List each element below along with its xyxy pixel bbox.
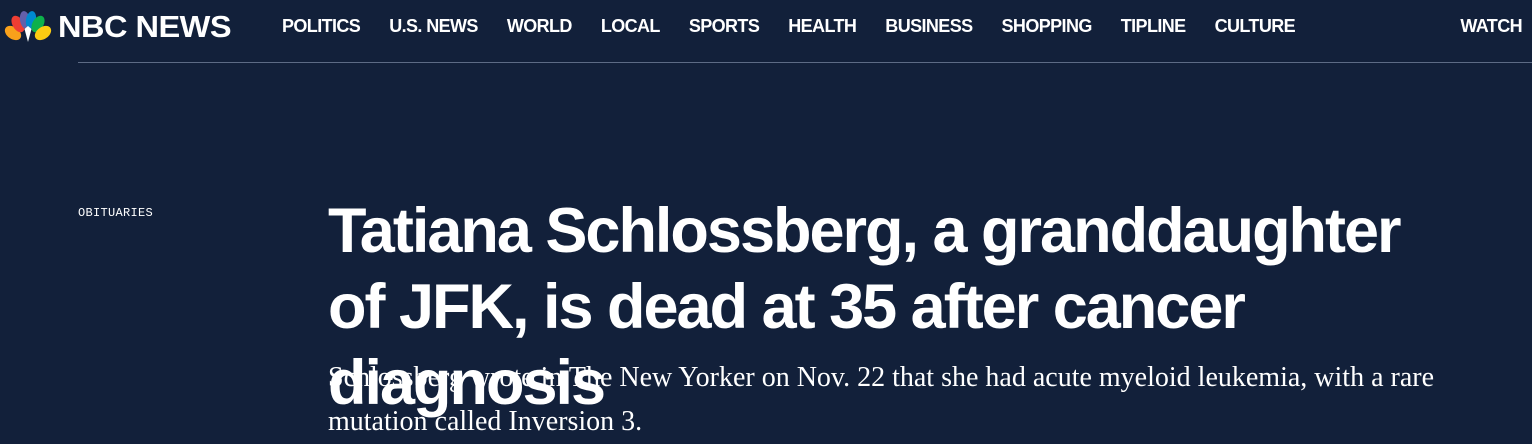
header-divider	[78, 62, 1532, 63]
nav-item-tipline[interactable]: TIPLINE	[1121, 14, 1186, 38]
nav-item-shopping[interactable]: SHOPPING	[1002, 14, 1093, 38]
nav-item-culture[interactable]: CULTURE	[1215, 14, 1296, 38]
nbc-news-logo[interactable]: NBC NEWS	[4, 9, 232, 45]
site-header: NBC NEWS POLITICS U.S. NEWS WORLD LOCAL …	[0, 0, 1532, 54]
article-dek: Schlossberg wrote in The New Yorker on N…	[328, 362, 1434, 437]
main-navigation: POLITICS U.S. NEWS WORLD LOCAL SPORTS HE…	[282, 14, 1324, 38]
nav-item-us-news[interactable]: U.S. NEWS	[389, 14, 478, 38]
nav-item-sports[interactable]: SPORTS	[689, 14, 760, 38]
nav-item-business[interactable]: BUSINESS	[885, 14, 973, 38]
section-label[interactable]: OBITUARIES	[78, 205, 153, 221]
nav-item-world[interactable]: WORLD	[507, 14, 573, 38]
nav-item-local[interactable]: LOCAL	[601, 14, 661, 38]
logo-wordmark: NBC NEWS	[58, 9, 232, 44]
nbc-peacock-icon	[4, 11, 52, 42]
nav-item-health[interactable]: HEALTH	[788, 14, 857, 38]
watch-link[interactable]: WATCH	[1460, 14, 1522, 38]
nav-item-politics[interactable]: POLITICS	[282, 14, 361, 38]
